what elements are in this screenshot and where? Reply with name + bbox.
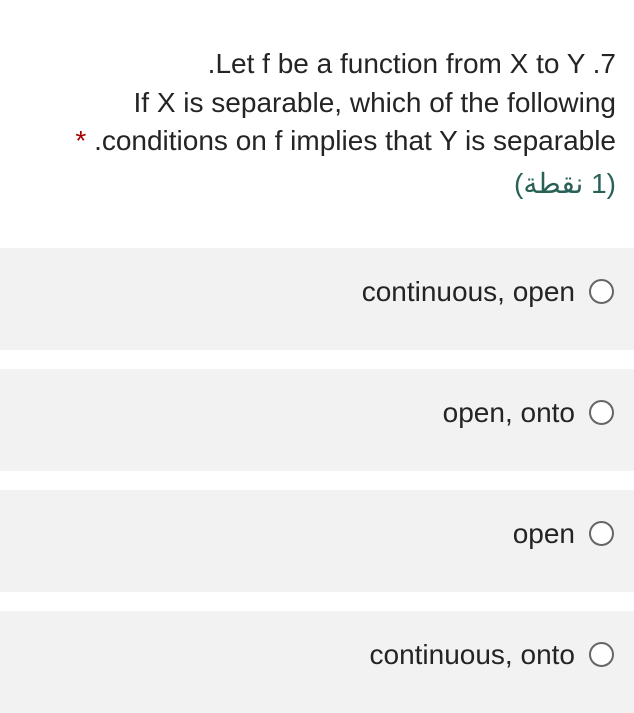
option-row[interactable]: open [0, 490, 634, 592]
option-row[interactable]: continuous, open [0, 248, 634, 350]
question-line-2: If X is separable, which of the followin… [14, 84, 616, 123]
question-line-1: .Let f be a function from X to Y .7 [14, 45, 616, 84]
radio-icon[interactable] [589, 279, 614, 304]
radio-icon[interactable] [589, 521, 614, 546]
option-row[interactable]: continuous, onto [0, 611, 634, 713]
radio-icon[interactable] [589, 400, 614, 425]
options-list: continuous, open open, onto open continu… [0, 248, 634, 713]
option-label: continuous, open [362, 276, 575, 308]
question-line-3-text: .conditions on f implies that Y is separ… [94, 125, 616, 156]
question-text: .Let f be a function from X to Y .7 If X… [14, 45, 616, 161]
radio-icon[interactable] [589, 642, 614, 667]
points-label: (1 نقطة) [14, 167, 616, 200]
option-label: open, onto [443, 397, 575, 429]
required-star: * [75, 125, 86, 156]
option-label: open [513, 518, 575, 550]
question-line-3: * .conditions on f implies that Y is sep… [14, 122, 616, 161]
question-block: .Let f be a function from X to Y .7 If X… [0, 0, 634, 220]
option-label: continuous, onto [370, 639, 576, 671]
option-row[interactable]: open, onto [0, 369, 634, 471]
